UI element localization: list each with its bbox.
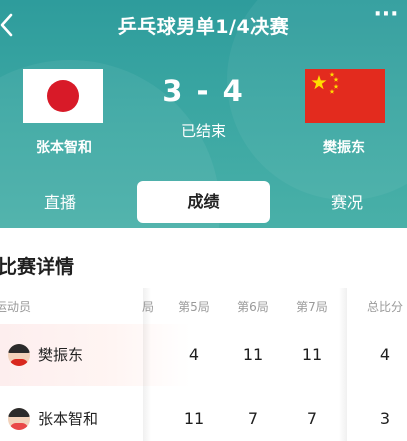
match-status: 已结束	[180, 122, 226, 140]
game6-score: 7	[247, 409, 259, 428]
match-header: 乒乓球男单1/4决赛 ··· 张本智和 樊振东 3 - 4 已结束 直播 成绩 …	[0, 0, 407, 228]
game5-score: 11	[183, 409, 205, 428]
game7-score: 11	[301, 345, 323, 364]
column-header-player: 运动员	[0, 300, 32, 314]
player-avatar	[8, 344, 30, 366]
section-title: 比赛详情	[0, 256, 75, 278]
page-title: 乒乓球男单1/4决赛	[117, 16, 290, 38]
total-score: 4	[379, 345, 391, 364]
score-table: 运动员 局 第5局 第6局 第7局 总比分 樊振东 4 11 11 4 张本智和…	[0, 288, 407, 441]
game6-score: 11	[242, 345, 264, 364]
scroll-shadow-left	[143, 288, 151, 441]
total-score: 3	[379, 409, 391, 428]
tab-results[interactable]: 成绩	[137, 181, 270, 223]
player-name: 张本智和	[38, 410, 99, 428]
column-header-game5: 第5局	[178, 300, 210, 314]
column-header-game7: 第7局	[296, 300, 328, 314]
tab-bar: 直播 成绩 赛况	[0, 178, 407, 226]
tab-live[interactable]: 直播	[0, 183, 120, 223]
game7-score: 7	[306, 409, 318, 428]
column-header-total: 总比分	[366, 300, 403, 314]
player-name: 樊振东	[38, 346, 84, 364]
match-score: 3 - 4	[162, 74, 245, 108]
scroll-shadow-right	[339, 288, 347, 441]
player-avatar	[8, 408, 30, 430]
more-options-button[interactable]: ···	[371, 4, 401, 30]
column-header-game6: 第6局	[237, 300, 269, 314]
tab-match-status[interactable]: 赛况	[287, 183, 407, 223]
game5-score: 4	[188, 345, 200, 364]
